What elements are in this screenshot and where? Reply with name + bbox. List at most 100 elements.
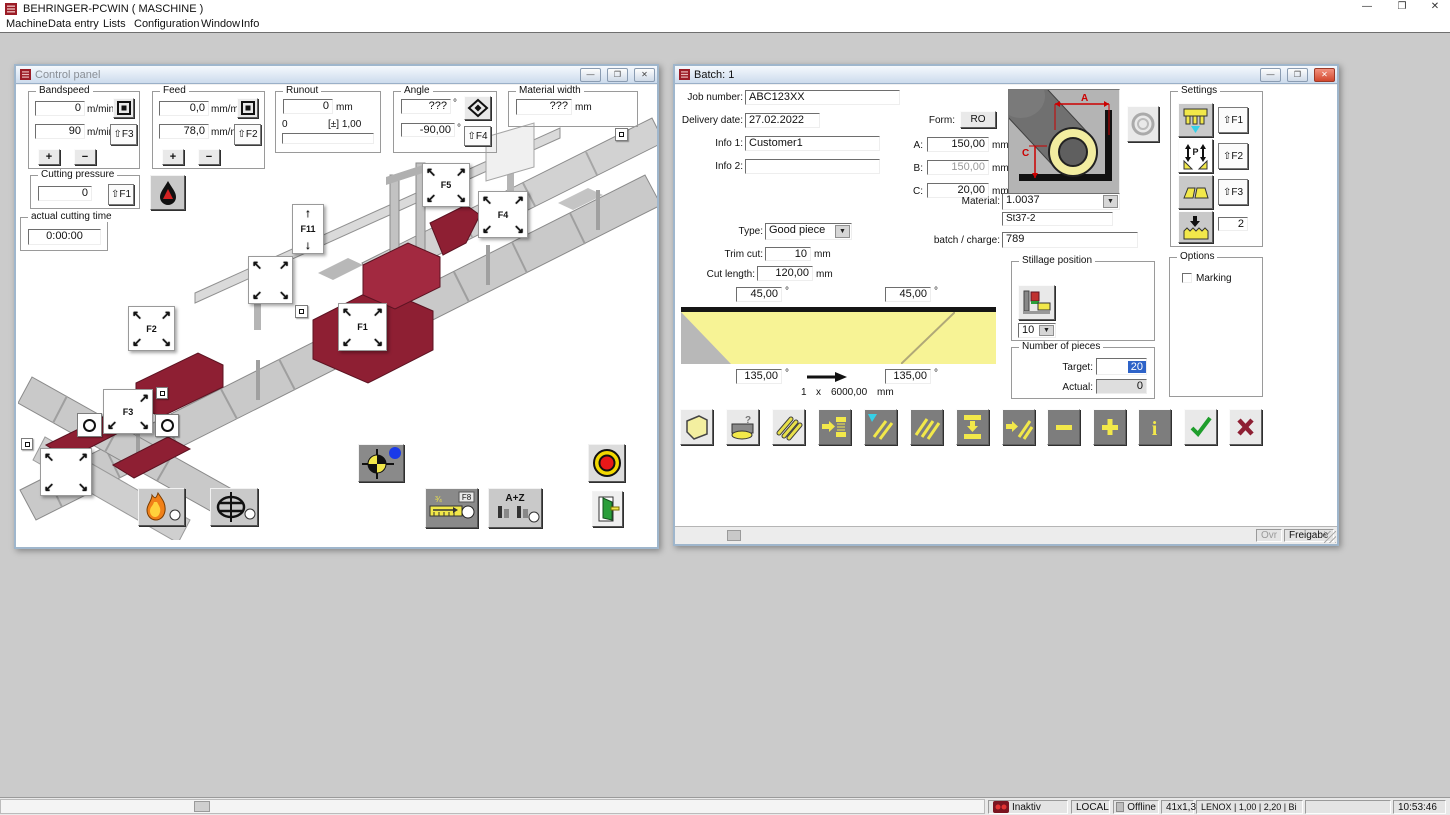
feed-minus-button[interactable]: − xyxy=(198,149,220,165)
axis-f1-button[interactable]: ↖↗ F1 ↙↘ xyxy=(338,303,387,351)
angle-bottom-right-field[interactable]: 135,00 xyxy=(885,369,931,384)
menu-configuration[interactable]: Configuration xyxy=(134,18,199,30)
dim-b-field[interactable]: 150,00 xyxy=(927,160,989,175)
cutting-pressure-f1-button[interactable]: ⇧F1 xyxy=(108,184,134,205)
material-infeed-button[interactable] xyxy=(818,409,851,445)
roller-button[interactable] xyxy=(77,413,102,437)
positioning-button[interactable]: P xyxy=(1178,139,1213,173)
stillage-button[interactable] xyxy=(1018,285,1055,320)
menu-window[interactable]: Window xyxy=(201,18,240,30)
feed-actual-field[interactable]: 0,0 xyxy=(159,101,209,116)
menu-data-entry[interactable]: Data entry xyxy=(48,18,99,30)
burner-button[interactable] xyxy=(138,488,185,526)
job-number-field[interactable]: ABC123XX xyxy=(745,90,900,105)
settings-f2-button[interactable]: ⇧F2 xyxy=(1218,143,1248,169)
feed-plus-button[interactable]: + xyxy=(162,149,184,165)
maximize-button[interactable]: ❐ xyxy=(607,68,628,82)
coolant-button[interactable] xyxy=(150,175,185,210)
clamp-vertical-button[interactable] xyxy=(956,409,989,445)
axis-jog-button[interactable]: ↖↗ ↙↘ xyxy=(40,448,92,496)
close-button[interactable]: ✕ xyxy=(634,68,655,82)
bundle-button[interactable] xyxy=(772,409,805,445)
trim-cut-field[interactable]: 10 xyxy=(765,247,811,261)
settings-f3-button[interactable]: ⇧F3 xyxy=(1218,179,1248,205)
batch-charge-field[interactable]: 789 xyxy=(1002,232,1138,248)
settings-f1-button[interactable]: ⇧F1 xyxy=(1218,107,1248,133)
type-combo[interactable]: Good piece ▼ xyxy=(765,223,852,240)
axis-jog-button[interactable]: ↖↗ ↙↘ xyxy=(248,256,293,304)
bandspeed-actual-field[interactable]: 0 xyxy=(35,101,85,116)
angle-f4-button[interactable]: ⇧F4 xyxy=(464,126,491,146)
menu-info[interactable]: Info xyxy=(241,18,259,30)
axis-f2-button[interactable]: ↖↗ F2 ↙↘ xyxy=(128,306,175,351)
mdi-horizontal-scrollbar[interactable] xyxy=(0,799,985,814)
measuring-f8-button[interactable]: F8 ¾ xyxy=(425,488,478,528)
stop-point-button[interactable] xyxy=(21,438,33,450)
axis-f4-button[interactable]: ↖↗ F4 ↙↘ xyxy=(478,191,528,238)
bandspeed-minus-button[interactable]: − xyxy=(74,149,96,165)
clamp-release-button[interactable] xyxy=(210,488,258,526)
material-width-field[interactable]: ??? xyxy=(516,99,572,115)
bandspeed-plus-button[interactable]: + xyxy=(38,149,60,165)
axis-f3-button[interactable]: ↗ F3 ↙↘ xyxy=(103,389,153,434)
axis-f5-button[interactable]: ↖↗ F5 ↙↘ xyxy=(422,163,470,207)
angle-home-button[interactable] xyxy=(464,96,491,120)
menu-machine[interactable]: Machine xyxy=(6,18,48,30)
minus-button[interactable] xyxy=(1047,409,1080,445)
chevron-down-icon[interactable]: ▼ xyxy=(835,225,850,238)
close-button[interactable]: ✕ xyxy=(1314,68,1335,82)
ok-button[interactable] xyxy=(1184,409,1217,445)
exit-button[interactable] xyxy=(592,491,623,527)
bandspeed-f3-button[interactable]: ⇧F3 xyxy=(110,124,137,145)
scrollbar-thumb[interactable] xyxy=(727,530,741,541)
minimize-button[interactable]: — xyxy=(1352,1,1382,16)
blade-guide-button[interactable] xyxy=(1178,103,1213,137)
delivery-date-field[interactable]: 27.02.2022 xyxy=(745,113,820,128)
plus-button[interactable] xyxy=(1093,409,1126,445)
angle-top-right-field[interactable]: 45,00 xyxy=(885,287,931,302)
bandspeed-stop-button[interactable] xyxy=(113,98,134,118)
cut-length-field[interactable]: 120,00 xyxy=(757,266,813,281)
target-field[interactable]: 20 xyxy=(1096,358,1147,375)
cutting-pressure-field[interactable]: 0 xyxy=(38,186,92,201)
emergency-stop-button[interactable] xyxy=(588,444,625,482)
stillage-position-combo[interactable]: 10 ▼ xyxy=(1018,323,1056,338)
bandspeed-setpoint-field[interactable]: 90 xyxy=(35,124,85,139)
material-support-button[interactable] xyxy=(1178,175,1213,209)
angle-top-left-field[interactable]: 45,00 xyxy=(736,287,782,302)
reference-point-button[interactable] xyxy=(358,444,404,482)
new-piece-button[interactable] xyxy=(680,409,713,445)
minimize-button[interactable]: — xyxy=(580,68,601,82)
info-button[interactable]: i xyxy=(1138,409,1171,445)
feed-bars-button[interactable] xyxy=(1002,409,1035,445)
dim-a-field[interactable]: 150,00 xyxy=(927,137,989,152)
info2-field[interactable] xyxy=(745,159,880,174)
maximize-button[interactable]: ❐ xyxy=(1287,68,1308,82)
angle-setpoint-field[interactable]: -90,00 xyxy=(401,123,455,137)
new-bars-button[interactable] xyxy=(864,409,897,445)
cancel-button[interactable] xyxy=(1229,409,1262,445)
marking-checkbox[interactable] xyxy=(1182,273,1192,283)
az-clamping-button[interactable]: A+Z xyxy=(488,488,542,528)
stop-point-button[interactable] xyxy=(156,387,168,399)
angle-actual-field[interactable]: ??? xyxy=(401,99,451,114)
feed-stop-button[interactable] xyxy=(237,98,258,118)
restore-button[interactable]: ❐ xyxy=(1387,1,1417,16)
roller-button[interactable] xyxy=(155,414,179,437)
feed-setpoint-field[interactable]: 78,0 xyxy=(159,124,209,139)
axis-f11-button[interactable]: ↑ F11 ↓ xyxy=(292,204,324,254)
stop-point-button[interactable] xyxy=(295,305,308,318)
bars-button[interactable] xyxy=(910,409,943,445)
chevron-down-icon[interactable]: ▼ xyxy=(1103,195,1118,208)
feed-f2-button[interactable]: ⇧F2 xyxy=(234,124,261,145)
layer-button[interactable] xyxy=(1178,211,1213,243)
resize-grip[interactable] xyxy=(1324,531,1336,543)
scrollbar-thumb[interactable] xyxy=(194,801,210,812)
minimize-button[interactable]: — xyxy=(1260,68,1281,82)
menu-lists[interactable]: Lists xyxy=(103,18,126,30)
close-button[interactable]: ✕ xyxy=(1420,1,1450,16)
saw-question-button[interactable]: ? xyxy=(726,409,759,445)
chevron-down-icon[interactable]: ▼ xyxy=(1039,325,1054,336)
info1-field[interactable]: Customer1 xyxy=(745,136,880,151)
profile-select-button[interactable] xyxy=(1127,106,1159,142)
